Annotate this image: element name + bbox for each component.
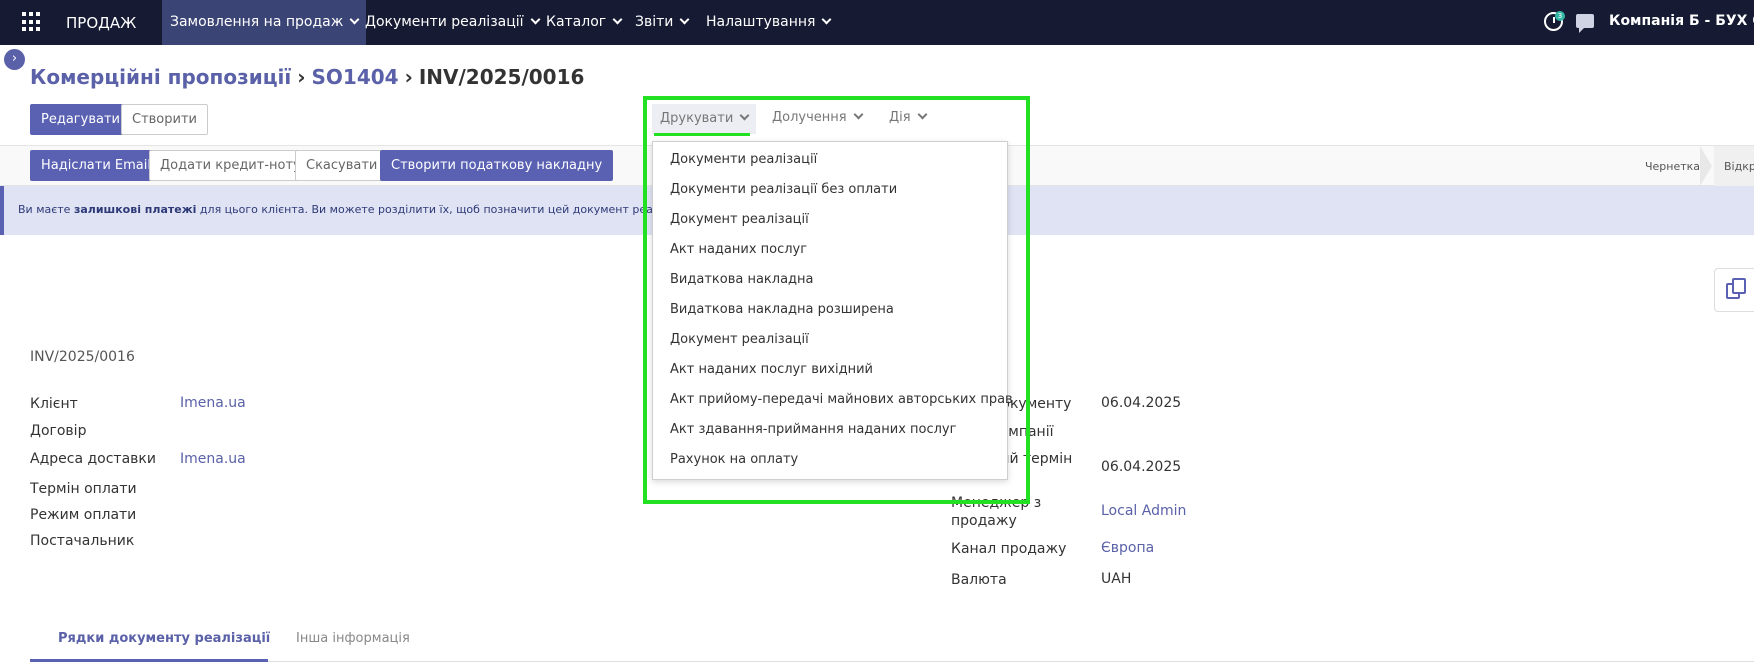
tab-other-info[interactable]: Інша інформація (296, 631, 410, 646)
notification-badge: 3 (1555, 11, 1565, 21)
sidebar-toggle-icon[interactable]: › (4, 49, 25, 70)
nav-reports-label: Звіти (635, 14, 674, 30)
chevron-down-icon (679, 14, 690, 25)
document-date-value[interactable]: 06.04.2025 (1101, 395, 1181, 411)
alert-text: Ви маєте залишкові платежі для цього клі… (18, 203, 699, 216)
nav-settings[interactable]: Налаштування (698, 0, 838, 45)
breadcrumb: Комерційні пропозиції › SO1404 › INV/2025/00… (30, 65, 584, 89)
top-navbar: ПРОДАЖ Замовлення на продаж Документи ре… (0, 0, 1754, 45)
chevron-down-icon (612, 14, 623, 25)
duplicate-icon[interactable] (1714, 268, 1754, 312)
nav-sales-documents[interactable]: Документи реалізації (357, 0, 547, 45)
chevron-down-icon (822, 14, 832, 25)
nav-sales-orders-label: Замовлення на продаж (170, 14, 344, 30)
status-step-open[interactable]: Відкр (1724, 160, 1754, 173)
app-brand[interactable]: ПРОДАЖ (66, 14, 136, 32)
payment-mode-label: Режим оплати (30, 507, 137, 523)
alert-outstanding-payments-link[interactable]: залишкові платежі (74, 203, 196, 216)
send-email-button[interactable]: Надіслати Email (30, 150, 162, 181)
nav-catalog-label: Каталог (546, 14, 607, 30)
delivery-address-label: Адреса доставки (30, 451, 156, 467)
delivery-address-value[interactable]: Imena.ua (180, 451, 246, 467)
sales-channel-value[interactable]: Європа (1101, 540, 1154, 556)
breadcrumb-order-link[interactable]: SO1404 (312, 65, 399, 89)
nav-settings-label: Налаштування (706, 14, 816, 30)
breadcrumb-separator: › (297, 65, 306, 89)
breadcrumb-current: INV/2025/0016 (418, 65, 585, 89)
edit-button[interactable]: Редагувати (30, 104, 131, 135)
active-tab-indicator (30, 659, 268, 662)
apps-menu-icon[interactable] (22, 12, 42, 32)
nav-catalog[interactable]: Каталог (538, 0, 629, 45)
contract-label: Договір (30, 423, 87, 439)
customer-label: Клієнт (30, 396, 78, 412)
add-credit-note-button[interactable]: Додати кредит-ноту (149, 150, 312, 181)
nav-reports[interactable]: Звіти (627, 0, 696, 45)
payment-term-label: Термін оплати (30, 481, 137, 497)
alert-prefix: Ви маєте (18, 203, 74, 216)
nav-sales-documents-label: Документи реалізації (365, 14, 524, 30)
alert-suffix: для цього клієнта. Ви можете розділити ї… (196, 203, 700, 216)
create-tax-invoice-button[interactable]: Створити податкову накладну (380, 150, 614, 181)
customer-value[interactable]: Imena.ua (180, 395, 246, 411)
currency-label: Валюта (951, 572, 1007, 588)
sales-channel-label: Канал продажу (951, 541, 1067, 557)
breadcrumb-separator: › (404, 65, 413, 89)
highlight-box (643, 96, 1030, 504)
chat-icon[interactable] (1576, 14, 1594, 33)
cancel-button[interactable]: Скасувати (295, 150, 389, 181)
create-button[interactable]: Створити (121, 104, 208, 135)
breadcrumb-quotations-link[interactable]: Комерційні пропозиції (30, 65, 291, 89)
company-switcher[interactable]: Компанія Б - БУХ Обл (1609, 13, 1754, 29)
status-arrow (1700, 146, 1712, 186)
sales-manager-value[interactable]: Local Admin (1101, 503, 1186, 519)
tabs-border (30, 661, 1754, 662)
due-date-value[interactable]: 06.04.2025 (1101, 459, 1181, 475)
nav-sales-orders[interactable]: Замовлення на продаж (162, 0, 367, 45)
supplier-label: Постачальник (30, 533, 135, 549)
document-number: INV/2025/0016 (30, 349, 135, 365)
currency-value[interactable]: UAH (1101, 571, 1131, 587)
status-step-draft[interactable]: Чернетка (1645, 160, 1700, 173)
tab-document-lines[interactable]: Рядки документу реалізації (58, 631, 270, 646)
